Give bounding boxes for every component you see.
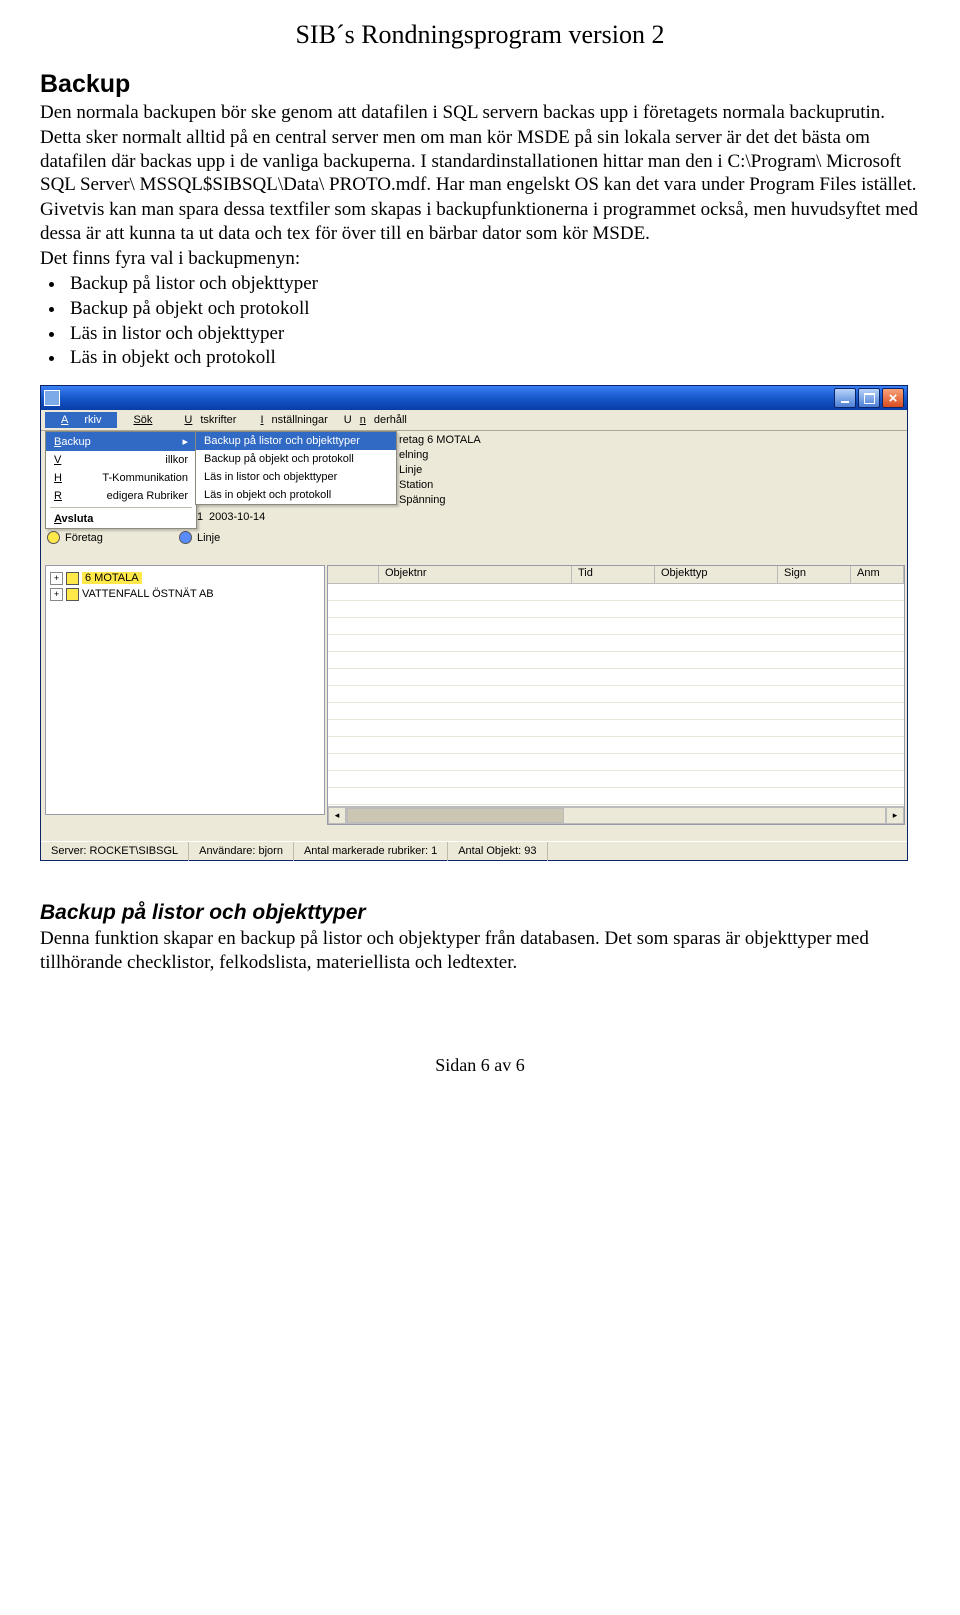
expand-icon[interactable]: + xyxy=(50,572,63,585)
para-5: Denna funktion skapar en backup på listo… xyxy=(40,927,920,975)
grid-col-blank[interactable] xyxy=(328,566,379,583)
submenu-backup-listor[interactable]: Backup på listor och objekttyper xyxy=(196,432,396,450)
submenu-backup-objekt[interactable]: Backup på objekt och protokoll xyxy=(196,450,396,468)
para-2: Detta sker normalt alltid på en central … xyxy=(40,126,920,197)
status-rubriker: Antal markerade rubriker: 1 xyxy=(294,842,448,861)
grid-rows xyxy=(328,584,904,806)
table-row[interactable] xyxy=(328,584,904,601)
statusbar: Server: ROCKET\SIBSGL Användare: bjorn A… xyxy=(41,841,907,860)
bullet-list: Backup på listor och objekttyper Backup … xyxy=(66,272,920,371)
app-body: Backup ▸ Villkor HT-Kommunikation Redige… xyxy=(41,431,907,841)
tree-view[interactable]: + 6 MOTALA + VATTENFALL ÖSTNÄT AB xyxy=(45,565,325,815)
grid-col-objekttyp[interactable]: Objekttyp xyxy=(655,566,778,583)
bullet-item: Läs in objekt och protokoll xyxy=(66,346,920,371)
tree-node[interactable]: + VATTENFALL ÖSTNÄT AB xyxy=(50,586,320,602)
heading-backup: Backup xyxy=(40,70,920,99)
submenu-las-listor[interactable]: Läs in listor och objekttyper xyxy=(196,468,396,486)
table-row[interactable] xyxy=(328,737,904,754)
menubar: Arkiv Sök Utskrifter Inställningar Under… xyxy=(41,410,907,431)
grid-col-sign[interactable]: Sign xyxy=(778,566,851,583)
menu-arkiv[interactable]: Arkiv xyxy=(45,412,117,428)
grid-col-tid[interactable]: Tid xyxy=(572,566,655,583)
menu-underhall[interactable]: Underhåll xyxy=(336,412,415,428)
table-row[interactable] xyxy=(328,652,904,669)
table-row[interactable] xyxy=(328,720,904,737)
menu-sok[interactable]: Sök xyxy=(117,412,168,428)
dot-icon xyxy=(47,531,60,544)
menu-item-backup[interactable]: Backup ▸ xyxy=(46,432,196,451)
scroll-thumb[interactable] xyxy=(347,808,564,823)
status-user: Användare: bjorn xyxy=(189,842,294,861)
folder-icon xyxy=(66,572,79,585)
table-row[interactable] xyxy=(328,754,904,771)
table-row[interactable] xyxy=(328,669,904,686)
tree-node[interactable]: + 6 MOTALA xyxy=(50,570,320,586)
tree-label: VATTENFALL ÖSTNÄT AB xyxy=(82,588,214,600)
menu-arkiv-dropdown: Backup ▸ Villkor HT-Kommunikation Redige… xyxy=(45,431,197,529)
peek-date: 2003-10-14 xyxy=(209,511,265,523)
menu-item-villkor[interactable]: Villkor xyxy=(46,451,196,469)
app-icon xyxy=(44,390,60,406)
folder-icon xyxy=(66,588,79,601)
peek-row: Spänning xyxy=(399,493,481,508)
titlebar xyxy=(41,386,907,410)
scroll-left-button[interactable]: ◂ xyxy=(328,807,346,824)
table-row[interactable] xyxy=(328,635,904,652)
table-row[interactable] xyxy=(328,788,904,805)
close-button[interactable] xyxy=(882,388,904,408)
app-window: Arkiv Sök Utskrifter Inställningar Under… xyxy=(40,385,908,861)
doc-title: SIB´s Rondningsprogram version 2 xyxy=(40,20,920,50)
scroll-right-button[interactable]: ▸ xyxy=(886,807,904,824)
chevron-right-icon: ▸ xyxy=(182,435,188,448)
submenu-las-objekt[interactable]: Läs in objekt och protokoll xyxy=(196,486,396,504)
peek-row: elning xyxy=(399,448,481,463)
para-4: Det finns fyra val i backupmenyn: xyxy=(40,247,920,271)
legend-linje: Linje xyxy=(179,531,289,544)
horizontal-scrollbar[interactable]: ◂ ▸ xyxy=(328,806,904,824)
status-objekt: Antal Objekt: 93 xyxy=(448,842,547,861)
maximize-button[interactable] xyxy=(858,388,880,408)
menu-utskrifter[interactable]: Utskrifter xyxy=(168,412,244,428)
peek-row: Station xyxy=(399,478,481,493)
sub-heading: Backup på listor och objekttyper xyxy=(40,901,920,925)
bullet-item: Backup på objekt och protokoll xyxy=(66,297,920,322)
menu-separator xyxy=(50,507,192,508)
menu-item-avsluta[interactable]: Avsluta xyxy=(46,510,196,528)
minimize-button[interactable] xyxy=(834,388,856,408)
peek-row: retag 6 MOTALA xyxy=(399,433,481,448)
page-footer: Sidan 6 av 6 xyxy=(40,1055,920,1076)
grid-col-anm[interactable]: Anm xyxy=(851,566,904,583)
status-server: Server: ROCKET\SIBSGL xyxy=(41,842,189,861)
menu-item-ht-kommunikation[interactable]: HT-Kommunikation xyxy=(46,469,196,487)
table-row[interactable] xyxy=(328,618,904,635)
background-fields: retag 6 MOTALA elning Linje Station Spän… xyxy=(399,433,481,508)
grid-col-objektnr[interactable]: Objektnr xyxy=(379,566,572,583)
tree-label: 6 MOTALA xyxy=(82,572,142,584)
expand-icon[interactable]: + xyxy=(50,588,63,601)
menu-item-redigera-rubriker[interactable]: Redigera Rubriker xyxy=(46,487,196,505)
table-row[interactable] xyxy=(328,601,904,618)
table-row[interactable] xyxy=(328,771,904,788)
menu-backup-submenu: Backup på listor och objekttyper Backup … xyxy=(195,431,397,505)
bullet-item: Backup på listor och objekttyper xyxy=(66,272,920,297)
legend-foretag: Företag xyxy=(47,531,157,544)
table-row[interactable] xyxy=(328,686,904,703)
data-grid[interactable]: Objektnr Tid Objekttyp Sign Anm xyxy=(327,565,905,825)
peek-row: Linje xyxy=(399,463,481,478)
dot-icon xyxy=(179,531,192,544)
menu-installningar[interactable]: Inställningar xyxy=(244,412,335,428)
para-3: Givetvis kan man spara dessa textfiler s… xyxy=(40,198,920,246)
table-row[interactable] xyxy=(328,703,904,720)
grid-header: Objektnr Tid Objekttyp Sign Anm xyxy=(328,566,904,584)
bullet-item: Läs in listor och objekttyper xyxy=(66,322,920,347)
scroll-track[interactable] xyxy=(346,807,886,824)
para-1: Den normala backupen bör ske genom att d… xyxy=(40,101,920,125)
